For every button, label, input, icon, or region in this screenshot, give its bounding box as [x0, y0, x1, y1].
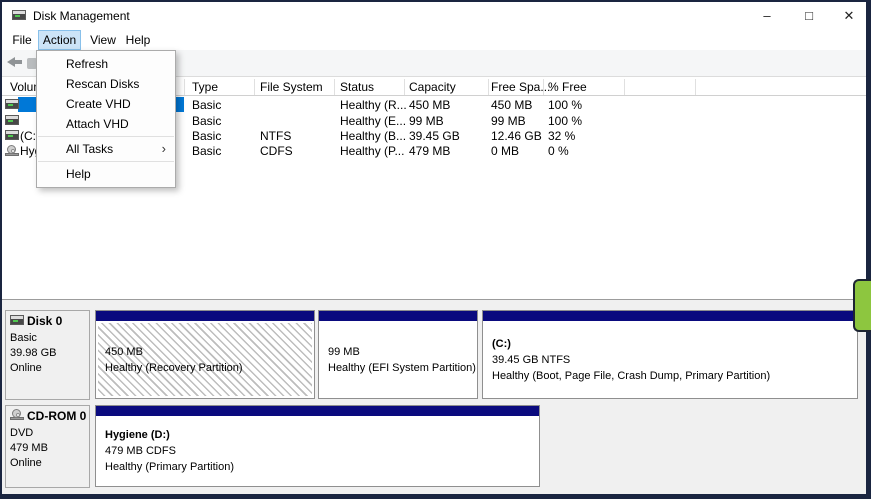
partition-color-bar	[96, 406, 539, 416]
disk-management-window: Disk Management – □ ✕ File Action View H…	[0, 0, 871, 499]
edge-overlay-handle[interactable]	[853, 279, 871, 332]
col-filesystem[interactable]: File System	[260, 80, 323, 94]
partition-size: 99 MB	[328, 345, 360, 358]
disk0-type: Basic	[10, 332, 37, 344]
menu-item-rescan-disks[interactable]: Rescan Disks	[37, 74, 175, 94]
window-title: Disk Management	[33, 9, 130, 23]
disk-volume-icon	[5, 99, 19, 109]
cell-filesystem: NTFS	[260, 129, 292, 143]
col-status[interactable]: Status	[340, 80, 374, 94]
cell-pctfree: 100 %	[548, 98, 583, 112]
partition-title: Hygiene (D:)	[105, 429, 170, 441]
cd-drive-icon	[10, 409, 24, 424]
partition-d[interactable]: Hygiene (D:) 479 MB CDFS Healthy (Primar…	[95, 405, 540, 487]
cell-filesystem: CDFS	[260, 144, 293, 158]
disk0-label-box[interactable]: Disk 0 Basic 39.98 GB Online	[5, 310, 90, 400]
header-separator[interactable]	[488, 79, 489, 95]
menu-separator	[38, 161, 174, 162]
cdrom0-type: DVD	[10, 427, 34, 439]
cell-freespace: 450 MB	[491, 98, 533, 112]
cell-pctfree: 100 %	[548, 114, 583, 128]
disk0-size: 39.98 GB	[10, 347, 57, 359]
partition-c[interactable]: (C:) 39.45 GB NTFS Healthy (Boot, Page F…	[482, 310, 858, 399]
partition-status: Healthy (Boot, Page File, Crash Dump, Pr…	[492, 369, 771, 382]
header-separator[interactable]	[543, 79, 544, 95]
maximize-button[interactable]: □	[792, 2, 826, 30]
partition-efi[interactable]: 99 MB Healthy (EFI System Partition)	[318, 310, 478, 399]
partition-color-bar	[319, 311, 477, 321]
window-border-bottom	[0, 494, 871, 499]
menu-item-create-vhd[interactable]: Create VHD	[37, 94, 175, 114]
header-separator[interactable]	[184, 79, 185, 95]
partition-size: 450 MB	[105, 345, 143, 358]
header-separator[interactable]	[254, 79, 255, 95]
window-border-right	[866, 0, 871, 499]
cell-freespace: 0 MB	[491, 144, 520, 158]
cell-type: Basic	[192, 129, 222, 143]
col-freespace[interactable]: Free Spa...	[491, 80, 550, 94]
menu-action[interactable]: Action	[38, 30, 81, 50]
disk-icon	[10, 314, 24, 329]
partition-status: Healthy (Primary Partition)	[105, 461, 234, 473]
action-dropdown-menu: Refresh Rescan Disks Create VHD Attach V…	[36, 50, 176, 188]
partition-color-bar	[483, 311, 857, 321]
cell-freespace: 12.46 GB	[491, 129, 542, 143]
title-bar[interactable]: Disk Management – □ ✕	[2, 2, 866, 30]
col-type[interactable]: Type	[192, 80, 218, 94]
header-separator[interactable]	[404, 79, 405, 95]
menu-item-refresh[interactable]: Refresh	[37, 54, 175, 74]
col-capacity[interactable]: Capacity	[409, 80, 456, 94]
menu-separator	[38, 136, 174, 137]
menu-file[interactable]: File	[8, 30, 36, 50]
header-separator[interactable]	[624, 79, 625, 95]
window-border-left	[0, 0, 2, 499]
cdrom0-status: Online	[10, 457, 42, 469]
header-separator[interactable]	[334, 79, 335, 95]
header-separator[interactable]	[695, 79, 696, 95]
cell-capacity: 99 MB	[409, 114, 444, 128]
cell-type: Basic	[192, 98, 222, 112]
disk-volume-icon	[5, 130, 19, 140]
col-pctfree[interactable]: % Free	[548, 80, 587, 94]
cell-capacity: 39.45 GB	[409, 129, 460, 143]
window-border-top	[0, 0, 871, 2]
cell-freespace: 99 MB	[491, 114, 526, 128]
minimize-button[interactable]: –	[750, 2, 784, 30]
partition-status: Healthy (EFI System Partition)	[328, 361, 476, 374]
partition-recovery[interactable]: 450 MB Healthy (Recovery Partition)	[95, 310, 315, 399]
cell-status: Healthy (R...	[340, 98, 407, 112]
cdrom0-label-box[interactable]: CD-ROM 0 DVD 479 MB Online	[5, 405, 90, 488]
partition-title: (C:)	[492, 337, 511, 350]
cell-status: Healthy (E...	[340, 114, 407, 128]
cd-volume-icon	[5, 145, 19, 156]
partition-color-bar	[96, 311, 314, 321]
partition-size: 39.45 GB NTFS	[492, 353, 571, 366]
submenu-arrow-icon: ›	[161, 141, 166, 156]
cell-type: Basic	[192, 114, 222, 128]
disk0-status: Online	[10, 362, 42, 374]
back-icon[interactable]	[7, 57, 22, 67]
menu-item-label: All Tasks	[66, 142, 114, 156]
menu-item-help[interactable]: Help	[37, 164, 175, 184]
close-button[interactable]: ✕	[832, 2, 866, 30]
disk-volume-icon	[5, 115, 19, 125]
cdrom0-size: 479 MB	[10, 442, 48, 454]
partition-status: Healthy (Recovery Partition)	[105, 361, 243, 374]
menu-item-all-tasks[interactable]: All Tasks ›	[37, 139, 175, 159]
menu-help[interactable]: Help	[121, 30, 155, 50]
partition-size: 479 MB CDFS	[105, 445, 176, 457]
cell-capacity: 479 MB	[409, 144, 451, 158]
menu-bar: File Action View Help	[2, 30, 866, 50]
cell-status: Healthy (P...	[340, 144, 405, 158]
menu-item-attach-vhd[interactable]: Attach VHD	[37, 114, 175, 134]
cell-pctfree: 0 %	[548, 144, 569, 158]
disk0-name: Disk 0	[27, 314, 63, 328]
cell-type: Basic	[192, 144, 222, 158]
app-icon	[12, 10, 26, 20]
cell-capacity: 450 MB	[409, 98, 451, 112]
cdrom0-name: CD-ROM 0	[27, 409, 87, 423]
cell-pctfree: 32 %	[548, 129, 576, 143]
menu-view[interactable]: View	[85, 30, 121, 50]
cell-status: Healthy (B...	[340, 129, 407, 143]
